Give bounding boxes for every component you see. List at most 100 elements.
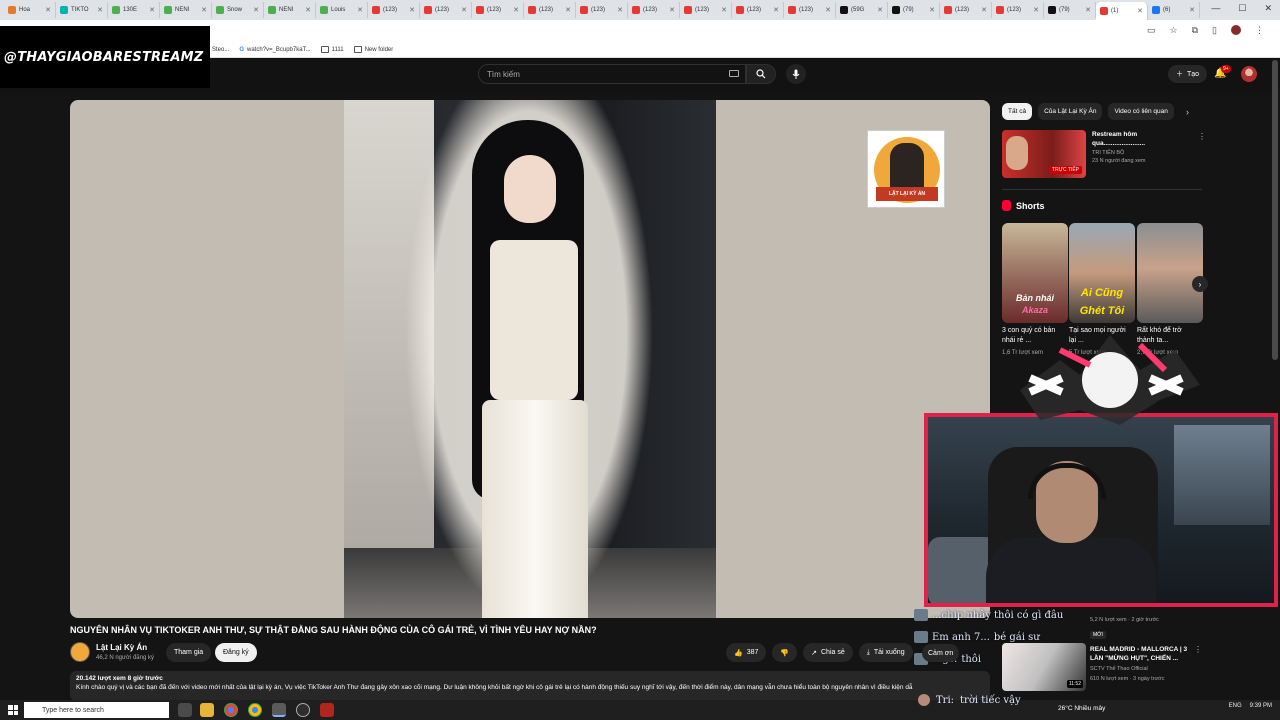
- browser-tab[interactable]: TIKTO ✕: [56, 2, 108, 18]
- tab-close-icon[interactable]: ✕: [1085, 6, 1091, 14]
- tab-close-icon[interactable]: ✕: [877, 6, 883, 14]
- bookmark-item[interactable]: Gwatch?v=_Bcupb7kaT...: [239, 47, 310, 53]
- browser-tab[interactable]: (123) ✕: [472, 2, 524, 18]
- windows-start-icon[interactable]: [8, 705, 18, 715]
- browser-tab[interactable]: (79) ✕: [888, 2, 940, 18]
- create-button[interactable]: ＋ Tạo: [1168, 65, 1208, 83]
- join-button[interactable]: Tham gia: [166, 643, 212, 662]
- app-icon[interactable]: [320, 703, 334, 717]
- browser-tab[interactable]: Hoa ✕: [4, 2, 56, 18]
- chip-related[interactable]: Video có liên quan: [1108, 103, 1174, 120]
- tab-close-icon[interactable]: ✕: [565, 6, 571, 14]
- browser-tab[interactable]: (59G ✕: [836, 2, 888, 18]
- browser-tab[interactable]: (6) ✕: [1148, 2, 1200, 18]
- short-item[interactable]: Bản nhái Akaza: [1002, 223, 1068, 323]
- star-icon[interactable]: ☆: [1170, 25, 1178, 36]
- browser-tab[interactable]: (123) ✕: [420, 2, 472, 18]
- tab-close-icon[interactable]: ✕: [97, 6, 103, 14]
- tab-close-icon[interactable]: ✕: [305, 6, 311, 14]
- short-item[interactable]: Ai Cũng Ghét Tôi: [1069, 223, 1135, 323]
- browser-tab[interactable]: (123) ✕: [992, 2, 1044, 18]
- browser-tab[interactable]: Snow ✕: [212, 2, 264, 18]
- shorts-next-chevron-icon[interactable]: ›: [1192, 276, 1208, 292]
- keyboard-icon[interactable]: [729, 70, 739, 77]
- dislike-button[interactable]: 👎: [772, 643, 798, 662]
- search-input[interactable]: Tìm kiếm: [478, 64, 746, 84]
- chrome-icon[interactable]: [248, 703, 262, 717]
- taskbar-search-input[interactable]: Type here to search: [24, 702, 169, 718]
- maximize-icon[interactable]: ☐: [1238, 3, 1246, 14]
- voice-search-button[interactable]: [786, 64, 806, 84]
- search-button[interactable]: [746, 64, 776, 84]
- like-button[interactable]: 👍 387: [726, 643, 767, 662]
- browser-tab[interactable]: NENI ✕: [160, 2, 212, 18]
- tab-close-icon[interactable]: ✕: [773, 6, 779, 14]
- tab-close-icon[interactable]: ✕: [149, 6, 155, 14]
- tab-close-icon[interactable]: ✕: [721, 6, 727, 14]
- browser-tab[interactable]: (123) ✕: [628, 2, 680, 18]
- chevron-right-icon[interactable]: ›: [1186, 107, 1189, 117]
- browser-tab[interactable]: (123) ✕: [524, 2, 576, 18]
- more-options-icon[interactable]: ⋮: [1198, 132, 1206, 141]
- browser-tab[interactable]: (123) ✕: [576, 2, 628, 18]
- browser-tab[interactable]: (123) ✕: [940, 2, 992, 18]
- tab-close-icon[interactable]: ✕: [513, 6, 519, 14]
- active-app-icon[interactable]: [272, 703, 286, 717]
- bookmark-folder[interactable]: New folder: [353, 46, 393, 53]
- tab-close-icon[interactable]: ✕: [357, 6, 363, 14]
- profile-avatar[interactable]: [1231, 25, 1241, 35]
- tab-close-icon[interactable]: ✕: [409, 6, 415, 14]
- tab-close-icon[interactable]: ✕: [1189, 6, 1195, 14]
- more-options-icon[interactable]: ⋮: [1194, 645, 1202, 654]
- tab-close-icon[interactable]: ✕: [981, 6, 987, 14]
- menu-icon[interactable]: ⋮: [1255, 25, 1264, 36]
- short-item[interactable]: [1137, 223, 1203, 323]
- weather-widget[interactable]: 26°C Nhiều mây: [1058, 705, 1105, 712]
- tab-close-icon[interactable]: ✕: [669, 6, 675, 14]
- extensions-icon[interactable]: ⧉: [1192, 25, 1198, 36]
- browser-tab[interactable]: NENI ✕: [264, 2, 316, 18]
- browser-tab[interactable]: (123) ✕: [784, 2, 836, 18]
- share-button[interactable]: ↗ Chia sẻ: [803, 643, 853, 662]
- recommendation-item[interactable]: TRỰC TIẾP Restream hôm qua..............…: [1002, 130, 1206, 178]
- bookmark-item[interactable]: Steo...: [212, 47, 229, 53]
- chrome-icon[interactable]: [224, 703, 238, 717]
- chip-all[interactable]: Tất cả: [1002, 103, 1033, 120]
- tab-close-icon[interactable]: ✕: [253, 6, 259, 14]
- tab-close-icon[interactable]: ✕: [45, 6, 51, 14]
- tab-close-icon[interactable]: ✕: [1137, 7, 1143, 15]
- split-icon[interactable]: ▯: [1212, 25, 1217, 36]
- thanks-button[interactable]: Cảm ơn: [922, 644, 960, 662]
- video-description[interactable]: 20.142 lượt xem 8 giờ trước Kính chào qu…: [70, 671, 990, 701]
- browser-tab[interactable]: (1) ✕: [1096, 2, 1148, 20]
- bookmark-folder[interactable]: 1111: [320, 46, 344, 53]
- tab-close-icon[interactable]: ✕: [1033, 6, 1039, 14]
- tab-close-icon[interactable]: ✕: [825, 6, 831, 14]
- download-button[interactable]: ⤓ Tải xuống: [858, 643, 913, 662]
- task-view-icon[interactable]: [178, 703, 192, 717]
- video-player[interactable]: LẬT LẠI KỲ ÁN: [70, 100, 990, 618]
- language-indicator[interactable]: ENG: [1229, 703, 1242, 709]
- browser-tab[interactable]: (123) ✕: [680, 2, 732, 18]
- channel-avatar[interactable]: [70, 642, 90, 662]
- browser-tab[interactable]: 130E ✕: [108, 2, 160, 18]
- browser-tab[interactable]: (123) ✕: [732, 2, 784, 18]
- browser-tab[interactable]: Louis ✕: [316, 2, 368, 18]
- page-scrollbar[interactable]: [1272, 60, 1278, 360]
- file-explorer-icon[interactable]: [200, 703, 214, 717]
- chip-channel[interactable]: Của Lật Lại Kỳ Án: [1038, 103, 1103, 120]
- close-icon[interactable]: ✕: [1264, 3, 1272, 14]
- tab-close-icon[interactable]: ✕: [201, 6, 207, 14]
- tab-close-icon[interactable]: ✕: [617, 6, 623, 14]
- minimize-icon[interactable]: —: [1211, 3, 1220, 14]
- obs-icon[interactable]: [296, 703, 310, 717]
- channel-name[interactable]: Lật Lại Kỳ Án: [96, 643, 147, 652]
- browser-tab[interactable]: (123) ✕: [368, 2, 420, 18]
- subscribe-button[interactable]: Đăng ký: [215, 643, 257, 662]
- tab-close-icon[interactable]: ✕: [929, 6, 935, 14]
- cast-icon[interactable]: ▭: [1147, 25, 1156, 36]
- clock[interactable]: 9:39 PM: [1250, 703, 1272, 709]
- account-avatar[interactable]: [1241, 66, 1257, 82]
- browser-tab[interactable]: (79) ✕: [1044, 2, 1096, 18]
- tab-close-icon[interactable]: ✕: [461, 6, 467, 14]
